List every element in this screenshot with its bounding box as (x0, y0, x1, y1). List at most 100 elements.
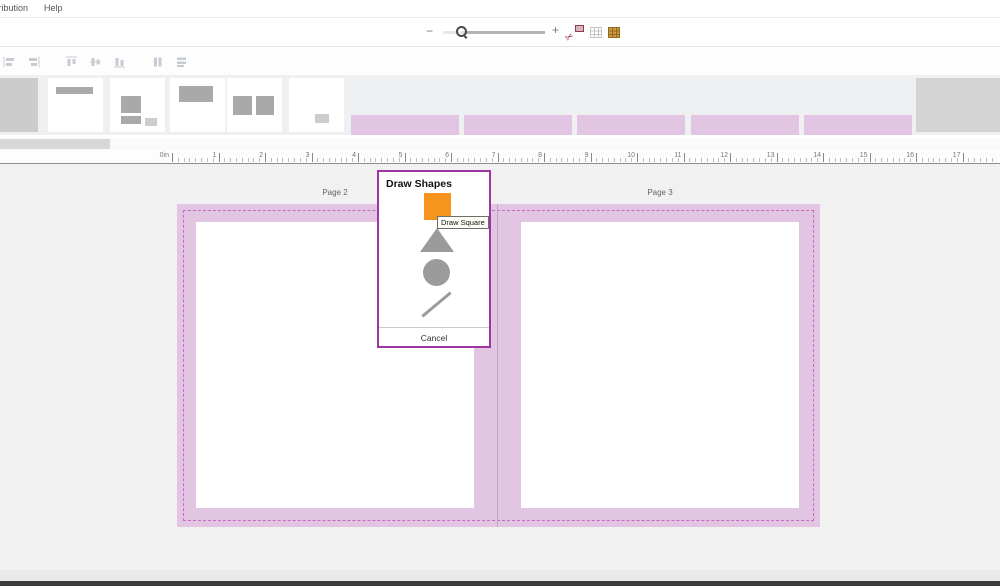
ruler-minor-tick (666, 158, 667, 162)
ruler-minor-tick (503, 158, 504, 162)
ruler-minor-tick (445, 158, 446, 162)
distribute-top-icon[interactable] (65, 55, 79, 67)
spread-thumb-3[interactable] (577, 115, 685, 135)
ruler-number-label: 14 (807, 152, 821, 159)
ruler-minor-tick (189, 158, 190, 162)
ruler-minor-tick (288, 158, 289, 162)
bottom-dark-bar (0, 581, 1000, 586)
ruler-minor-tick (643, 158, 644, 162)
zoom-slider-handle[interactable] (455, 25, 469, 39)
ruler-minor-tick (875, 158, 876, 162)
ruler-minor-tick (463, 158, 464, 162)
layout-thumb-full-photo[interactable] (0, 78, 38, 132)
ruler-minor-tick (579, 158, 580, 162)
ruler-minor-tick (974, 158, 975, 162)
align-bottom-icon[interactable] (113, 55, 127, 67)
layout-thumb-small-caption[interactable] (289, 78, 344, 132)
ruler-minor-tick (968, 158, 969, 162)
distribute-horizontal-icon[interactable] (151, 55, 165, 67)
align-middle-icon[interactable] (89, 55, 103, 67)
ruler-minor-tick (195, 158, 196, 162)
ruler-major-tick (777, 153, 778, 162)
ruler-minor-tick (527, 158, 528, 162)
ruler-number-label: 12 (714, 152, 728, 159)
ruler-minor-tick (387, 158, 388, 162)
align-right-icon[interactable] (27, 55, 41, 67)
ruler-minor-tick (678, 158, 679, 162)
ruler-minor-tick (184, 158, 185, 162)
menu-bar: tribution Help (0, 0, 1000, 18)
layout-placeholder-box (121, 116, 141, 125)
ruler-minor-tick (817, 158, 818, 162)
layout-thumb-two-up[interactable] (227, 78, 282, 132)
zoom-out-button[interactable]: − (426, 24, 433, 38)
spread-thumb-5[interactable] (804, 115, 912, 135)
ruler-minor-tick (835, 158, 836, 162)
draw-triangle-button[interactable] (420, 228, 454, 252)
ruler-minor-tick (794, 158, 795, 162)
ruler-minor-tick (742, 158, 743, 162)
ruler-minor-tick (306, 158, 307, 162)
layout-placeholder-box (179, 86, 213, 103)
ruler-minor-tick (213, 158, 214, 162)
layout-thumb-banner[interactable] (170, 78, 225, 132)
ruler-minor-tick (224, 158, 225, 162)
ruler-minor-tick (864, 158, 865, 162)
ruler-minor-tick (474, 158, 475, 162)
ruler-minor-tick (707, 158, 708, 162)
ruler-number-label: 1 (203, 152, 217, 159)
ruler-minor-tick (230, 158, 231, 162)
distribute-vertical-icon[interactable] (175, 55, 189, 67)
ruler-minor-tick (416, 158, 417, 162)
ruler-number-label: 8 (528, 152, 542, 159)
spread-thumb-2[interactable] (464, 115, 572, 135)
ruler-major-tick (591, 153, 592, 162)
scrollbar-thumb[interactable] (0, 139, 110, 149)
spread-thumb-1[interactable] (351, 115, 459, 135)
ruler-major-tick (265, 153, 266, 162)
grid-view-active-icon[interactable] (608, 27, 620, 38)
zoom-in-button[interactable]: + (552, 23, 559, 37)
menu-item-tribution[interactable]: tribution (0, 3, 28, 13)
ruler-minor-tick (904, 158, 905, 162)
cancel-button[interactable]: Cancel (379, 333, 489, 343)
ruler-minor-tick (399, 158, 400, 162)
draw-circle-button[interactable] (423, 259, 450, 286)
ruler-minor-tick (375, 158, 376, 162)
ruler-minor-tick (986, 158, 987, 162)
zoom-slider-track[interactable] (443, 31, 545, 34)
dialog-separator (379, 327, 489, 328)
menu-item-help[interactable]: Help (44, 3, 63, 13)
ruler-minor-tick (335, 158, 336, 162)
ruler-major-tick (312, 153, 313, 162)
strip-scrollbar[interactable] (0, 138, 1000, 150)
ruler-major-tick (498, 153, 499, 162)
ruler-minor-tick (718, 158, 719, 162)
ruler-minor-tick (689, 158, 690, 162)
layout-thumb-title-bar[interactable] (48, 78, 103, 132)
ruler-minor-tick (899, 158, 900, 162)
layout-thumb-collage[interactable] (110, 78, 165, 132)
page-3-surface[interactable] (521, 222, 799, 508)
strip-end-block[interactable] (916, 78, 1000, 132)
spread-seam (497, 204, 498, 527)
ruler-minor-tick (294, 158, 295, 162)
ruler-minor-tick (654, 158, 655, 162)
grid-view-icon[interactable] (590, 27, 602, 38)
draw-line-button[interactable] (421, 291, 451, 317)
ruler-minor-tick (329, 158, 330, 162)
ruler-minor-tick (236, 158, 237, 162)
ruler-minor-tick (538, 158, 539, 162)
crop-photo-icon[interactable]: ✂ (567, 25, 584, 40)
ruler-minor-tick (980, 158, 981, 162)
ruler-minor-tick (829, 158, 830, 162)
align-left-icon[interactable] (3, 55, 17, 67)
layout-placeholder-box (121, 96, 141, 113)
ruler-minor-tick (922, 158, 923, 162)
scissors-icon: ✂ (564, 31, 577, 44)
spread-thumb-4[interactable] (691, 115, 799, 135)
app-window: tribution Help − + ✂ 0in1234567891011121… (0, 0, 1000, 586)
ruler-number-label: 6 (435, 152, 449, 159)
ruler-minor-tick (317, 158, 318, 162)
ruler-minor-tick (515, 158, 516, 162)
